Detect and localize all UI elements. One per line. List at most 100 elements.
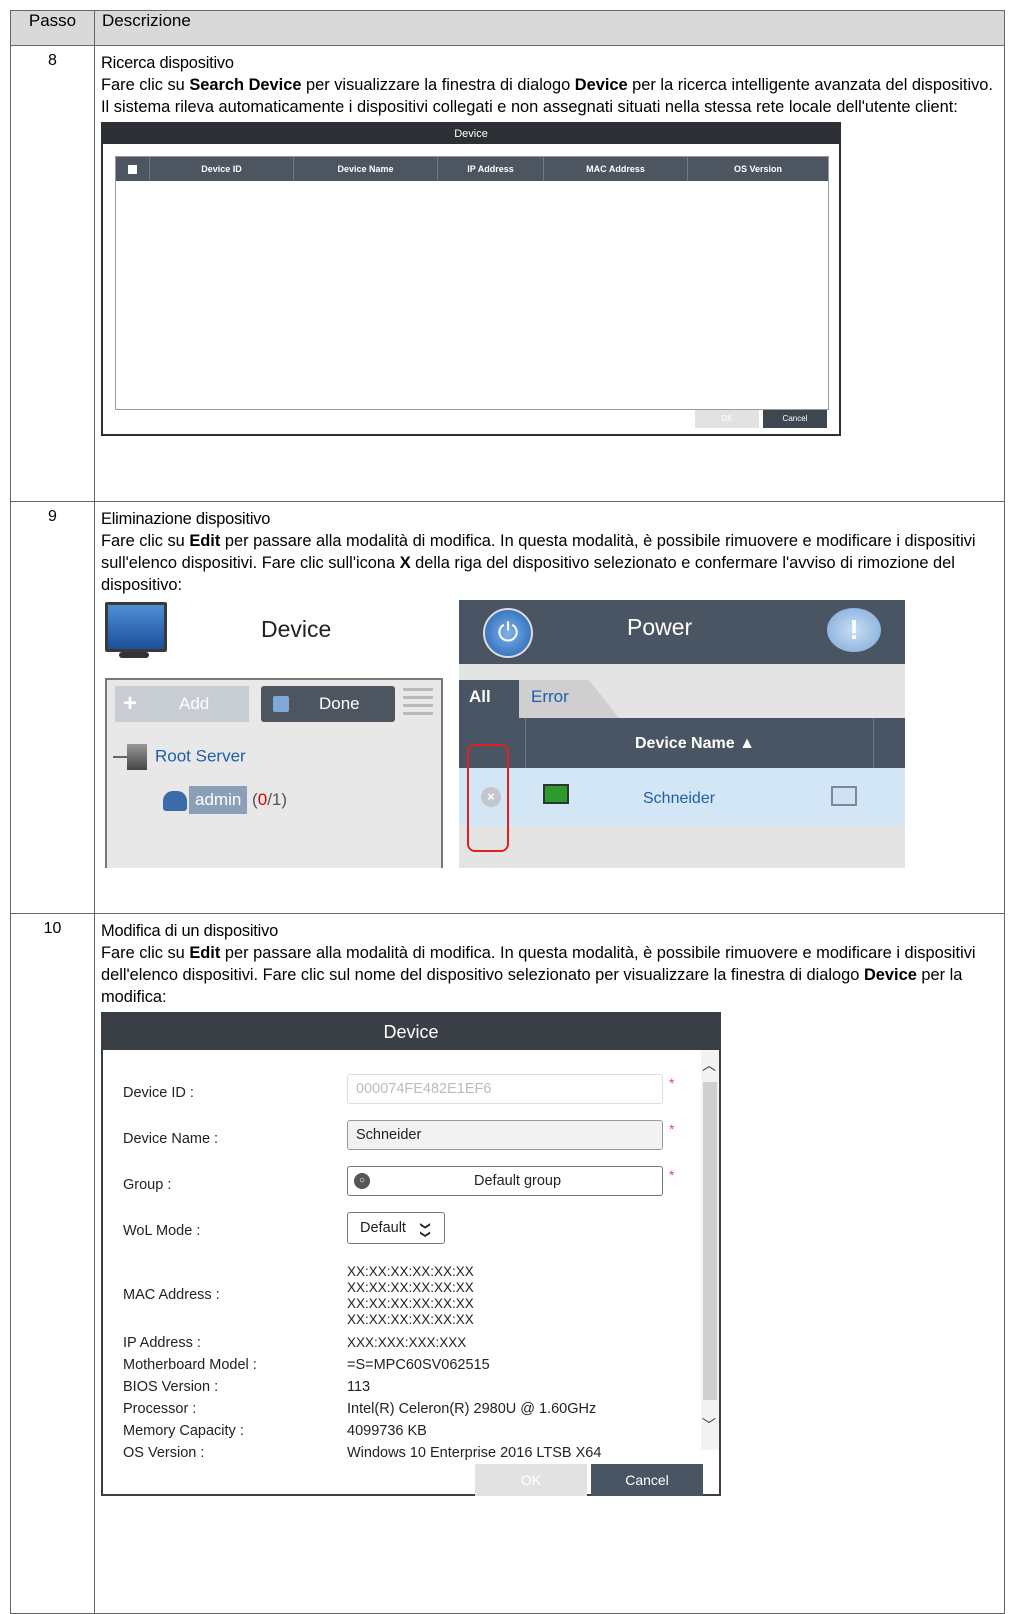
step-text: Fare clic su Search Device per visualizz… xyxy=(101,74,998,118)
scroll-up-icon[interactable]: ︿ xyxy=(702,1054,716,1076)
cancel-button[interactable]: Cancel xyxy=(591,1464,703,1496)
ui-term: Search Device xyxy=(189,76,302,94)
wol-mode-select[interactable]: Default ❯❯ xyxy=(347,1212,445,1244)
ok-button[interactable]: OK xyxy=(695,410,759,428)
computer-icon xyxy=(543,784,569,804)
os-label: OS Version : xyxy=(123,1445,205,1461)
save-disk-icon xyxy=(273,696,289,712)
table-row-step-8: 8 Ricerca dispositivo Fare clic su Searc… xyxy=(10,45,1005,502)
table-row-step-10: 10 Modifica di un dispositivo Fare clic … xyxy=(10,913,1005,1614)
step-description: Modifica di un dispositivo Fare clic su … xyxy=(94,913,1005,1614)
device-name-label: Device Name : xyxy=(123,1131,219,1147)
power-panel-title: Power xyxy=(627,614,693,640)
select-all-checkbox[interactable] xyxy=(128,165,137,175)
mac-label: MAC Address : xyxy=(123,1287,220,1303)
processor-label: Processor : xyxy=(123,1401,197,1417)
list-view-icon[interactable] xyxy=(403,688,433,720)
step-title: Modifica di un dispositivo xyxy=(101,922,279,940)
step-number: 8 xyxy=(10,45,95,502)
memory-value: 4099736 KB xyxy=(347,1423,427,1439)
tree-collapse-icon[interactable] xyxy=(113,756,127,758)
device-grid-header: Device Name ▲ xyxy=(459,718,905,768)
power-icon[interactable]: ⏻ xyxy=(483,608,533,658)
col-device-name[interactable]: Device Name xyxy=(294,157,438,181)
step-number: 10 xyxy=(10,913,95,1614)
add-button[interactable]: + Add xyxy=(115,686,249,722)
device-name-field[interactable]: Schneider xyxy=(347,1120,663,1150)
plus-icon: + xyxy=(123,690,138,717)
chevron-down-icon: ❯❯ xyxy=(419,1221,431,1239)
select-all-cell[interactable] xyxy=(116,157,150,181)
grid-header: Device ID Device Name IP Address MAC Add… xyxy=(116,157,828,181)
wol-value: Default xyxy=(360,1220,406,1236)
col-device-id[interactable]: Device ID xyxy=(150,157,294,181)
monitor-icon xyxy=(105,602,167,652)
group-label: Group : xyxy=(123,1177,172,1193)
root-server-label: Root Server xyxy=(155,746,246,766)
col-device-name[interactable]: Device Name ▲ xyxy=(635,733,755,755)
power-panel: ⏻ Power ! All Error Device Name ▲ × Schn… xyxy=(459,600,905,868)
device-edit-dialog: Device Device ID : 000074FE482E1EF6 * De… xyxy=(101,1012,721,1496)
table-header-row: Passo Descrizione xyxy=(10,10,1005,46)
group-value: Default group xyxy=(474,1173,562,1189)
count-total: /1) xyxy=(267,790,288,809)
device-panel-header: Device xyxy=(101,600,451,664)
col-mac-address[interactable]: MAC Address xyxy=(544,157,688,181)
processor-value: Intel(R) Celeron(R) 2980U @ 1.60GHz xyxy=(347,1401,597,1417)
ip-value: XXX:XXX:XXX:XXX xyxy=(347,1335,467,1350)
step-text: Fare clic su Edit per passare alla modal… xyxy=(101,530,998,596)
user-label: admin xyxy=(189,786,248,814)
count-online: 0 xyxy=(257,790,268,809)
device-panel-screenshot: Device + Add Done Root Server admin (0/1)… xyxy=(101,600,905,868)
header-description: Descrizione xyxy=(94,10,1005,46)
dialog-body: Device ID : 000074FE482E1EF6 * Device Na… xyxy=(103,1050,699,1461)
col-os-version[interactable]: OS Version xyxy=(688,157,828,181)
dialog-title: Device xyxy=(103,124,839,144)
wol-label: WoL Mode : xyxy=(123,1223,201,1239)
dialog-buttons: OK Cancel xyxy=(695,410,827,428)
table-row[interactable]: × Schneider xyxy=(459,768,905,826)
header-step: Passo xyxy=(10,10,95,46)
device-panel-title: Device xyxy=(261,616,332,642)
text-span: Fare clic su xyxy=(101,76,190,94)
device-name-link[interactable]: Schneider xyxy=(643,788,715,810)
column-divider xyxy=(525,718,526,768)
tree-root-server[interactable]: Root Server xyxy=(113,744,246,770)
cancel-button[interactable]: Cancel xyxy=(763,410,827,428)
mac-value: XX:XX:XX:XX:XX:XX xyxy=(347,1264,474,1279)
ok-button[interactable]: OK xyxy=(475,1464,587,1496)
os-value: Windows 10 Enterprise 2016 LTSB X64 xyxy=(347,1445,602,1461)
power-panel-header: ⏻ Power ! xyxy=(459,600,905,664)
server-icon xyxy=(127,744,147,770)
table-row-step-9: 9 Eliminazione dispositivo Fare clic su … xyxy=(10,501,1005,914)
ui-term: X xyxy=(399,554,411,572)
user-icon xyxy=(163,790,187,811)
tree-user-node[interactable]: admin (0/1) xyxy=(163,786,287,814)
steps-table: Passo Descrizione 8 Ricerca dispositivo … xyxy=(10,10,1005,1614)
remote-desktop-icon[interactable] xyxy=(831,786,857,806)
device-id-label: Device ID : xyxy=(123,1085,194,1101)
device-grid: Device ID Device Name IP Address MAC Add… xyxy=(115,156,829,410)
bios-value: 113 xyxy=(347,1379,371,1395)
col-ip-address[interactable]: IP Address xyxy=(438,157,544,181)
done-button[interactable]: Done xyxy=(261,686,395,722)
ui-term: Device xyxy=(574,76,628,94)
mac-value: XX:XX:XX:XX:XX:XX xyxy=(347,1280,474,1295)
mac-value: XX:XX:XX:XX:XX:XX xyxy=(347,1296,474,1311)
alert-bubble-icon[interactable]: ! xyxy=(827,608,881,652)
column-divider xyxy=(873,718,874,768)
scrollbar-thumb[interactable] xyxy=(703,1082,717,1400)
bios-label: BIOS Version : xyxy=(123,1379,219,1395)
tab-all[interactable]: All xyxy=(459,680,519,718)
dialog-title: Device xyxy=(103,1014,719,1050)
scroll-down-icon[interactable]: ﹀ xyxy=(702,1414,716,1436)
done-label: Done xyxy=(319,694,360,713)
group-selector[interactable]: ○ Default group xyxy=(347,1166,663,1196)
text-span: Fare clic su xyxy=(101,532,190,550)
tab-error[interactable]: Error xyxy=(519,680,619,718)
monitor-stand-icon xyxy=(119,652,149,658)
memory-label: Memory Capacity : xyxy=(123,1423,244,1439)
ui-term: Device xyxy=(863,966,917,984)
device-id-field: 000074FE482E1EF6 xyxy=(347,1074,663,1104)
text-span: Fare clic su xyxy=(101,944,190,962)
